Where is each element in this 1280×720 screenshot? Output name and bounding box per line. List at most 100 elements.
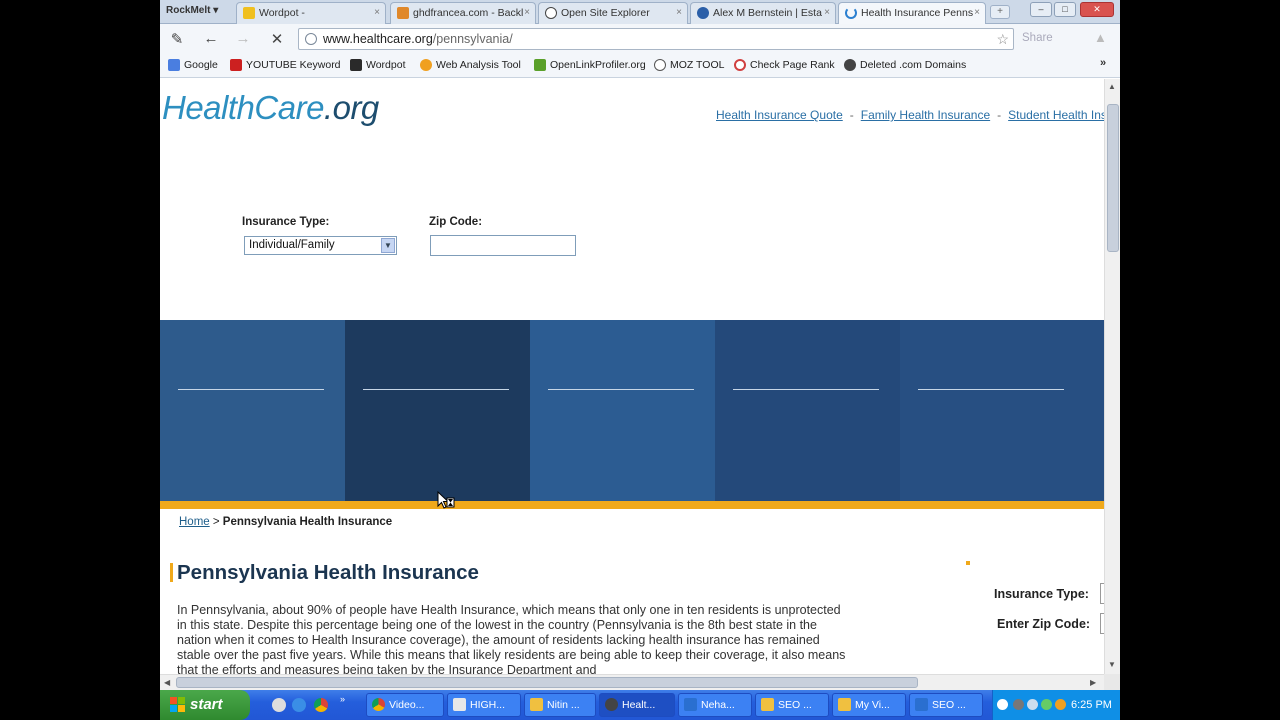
quicklaunch-chrome-icon[interactable] bbox=[314, 698, 328, 712]
site-logo[interactable]: HealthCare.org bbox=[162, 89, 379, 127]
link-family-health-insurance[interactable]: Family Health Insurance bbox=[861, 108, 990, 122]
security-icon[interactable] bbox=[1041, 699, 1052, 710]
scroll-up-icon[interactable]: ▲ bbox=[1108, 82, 1116, 91]
bookmark-web-analysis[interactable]: Web Analysis Tool bbox=[420, 59, 521, 71]
taskbar-label: Nitin ... bbox=[547, 699, 580, 711]
taskbar-high[interactable]: HIGH... bbox=[447, 693, 521, 717]
start-button[interactable]: start bbox=[160, 690, 250, 720]
chevron-down-icon[interactable]: ▼ bbox=[381, 238, 395, 253]
system-tray: 6:25 PM bbox=[992, 690, 1120, 720]
bookmark-google[interactable]: Google bbox=[168, 59, 218, 71]
bookmark-label: Google bbox=[184, 59, 218, 71]
taskbar-label: SEO ... bbox=[932, 699, 966, 711]
intro-paragraph: In Pennsylvania, about 90% of people hav… bbox=[177, 603, 846, 674]
taskbar-seo-doc[interactable]: SEO ... bbox=[909, 693, 983, 717]
quicklaunch-ie-icon[interactable] bbox=[292, 698, 306, 712]
tab-close-icon[interactable]: × bbox=[824, 7, 830, 18]
bookmark-youtube-keyword[interactable]: YOUTUBE Keyword bbox=[230, 59, 341, 71]
back-button[interactable]: ← bbox=[200, 30, 222, 47]
tab-label: ghdfrancea.com - Backl bbox=[413, 7, 524, 19]
tab-close-icon[interactable]: × bbox=[524, 7, 530, 18]
insurance-type-value: Individual/Family bbox=[249, 239, 335, 251]
sidebar-accent-dot bbox=[966, 561, 970, 565]
taskbar-label: Video... bbox=[389, 699, 425, 711]
target-icon bbox=[734, 59, 746, 71]
analysis-icon bbox=[420, 59, 432, 71]
banner-panel[interactable] bbox=[160, 320, 345, 501]
banner-divider bbox=[178, 389, 324, 390]
tab-close-icon[interactable]: × bbox=[374, 7, 380, 18]
rockmelt-menu[interactable]: RockMelt ▾ bbox=[166, 5, 218, 16]
sidebar-insurance-type-label: Insurance Type: bbox=[994, 587, 1089, 601]
maximize-button[interactable]: □ bbox=[1054, 2, 1076, 17]
system-clock[interactable]: 6:25 PM bbox=[1071, 699, 1112, 711]
vertical-scrollbar[interactable]: ▲ ▼ bbox=[1104, 79, 1120, 674]
stop-button[interactable]: ✕ bbox=[266, 30, 288, 48]
horizontal-scrollbar[interactable]: ◀ ▶ bbox=[160, 674, 1104, 690]
banner-panel[interactable] bbox=[900, 320, 1104, 501]
breadcrumb-separator: > bbox=[209, 516, 223, 528]
banner-divider bbox=[733, 389, 879, 390]
taskbar-neha[interactable]: Neha... bbox=[678, 693, 752, 717]
folder-icon bbox=[838, 698, 851, 711]
close-window-button[interactable]: ✕ bbox=[1080, 2, 1114, 17]
breadcrumb: Home > Pennsylvania Health Insurance bbox=[179, 516, 392, 528]
more-bookmarks-button[interactable]: » bbox=[1100, 57, 1106, 69]
bookmark-check-page-rank[interactable]: Check Page Rank bbox=[734, 59, 835, 71]
loading-spinner-icon bbox=[845, 7, 857, 19]
compass-favicon-icon bbox=[545, 7, 557, 19]
tab-open-site-explorer[interactable]: Open Site Explorer × bbox=[538, 2, 688, 24]
start-label: start bbox=[190, 696, 223, 713]
bookmark-label: Deleted .com Domains bbox=[860, 59, 967, 71]
compose-icon[interactable]: ✎ bbox=[166, 30, 188, 48]
insurance-type-select[interactable]: Individual/Family ▼ bbox=[244, 236, 397, 255]
banner-panel[interactable] bbox=[345, 320, 530, 501]
forward-button[interactable]: → bbox=[232, 30, 254, 47]
quicklaunch-more-icon[interactable]: » bbox=[340, 694, 348, 704]
share-button[interactable]: Share bbox=[1022, 32, 1053, 44]
taskbar-seo-folder[interactable]: SEO ... bbox=[755, 693, 829, 717]
zip-code-label: Zip Code: bbox=[429, 216, 483, 228]
new-tab-button[interactable]: + bbox=[990, 5, 1010, 19]
banner-panel[interactable] bbox=[715, 320, 900, 501]
horizontal-scroll-thumb[interactable] bbox=[176, 677, 918, 688]
tab-label: Alex M Bernstein | Esta bbox=[713, 7, 822, 19]
tray-expand-icon[interactable] bbox=[997, 699, 1008, 710]
tab-close-icon[interactable]: × bbox=[974, 7, 980, 18]
tab-label: Wordpot - bbox=[259, 7, 305, 19]
windows-taskbar: start » Video... HIGH... Nitin ... Healt… bbox=[160, 690, 1120, 720]
taskbar-my-videos[interactable]: My Vi... bbox=[832, 693, 906, 717]
scroll-right-icon[interactable]: ▶ bbox=[1090, 678, 1096, 687]
vertical-scroll-thumb[interactable] bbox=[1107, 104, 1119, 252]
banner-panel[interactable] bbox=[530, 320, 715, 501]
bookmark-star-icon[interactable]: ☆ bbox=[996, 31, 1009, 48]
scroll-left-icon[interactable]: ◀ bbox=[164, 678, 170, 687]
hero-banner bbox=[160, 320, 1104, 501]
bookmark-openlinkprofiler[interactable]: OpenLinkProfiler.org bbox=[534, 59, 646, 71]
scroll-down-icon[interactable]: ▼ bbox=[1108, 660, 1116, 669]
bookmark-label: Wordpot bbox=[366, 59, 406, 71]
minimize-button[interactable]: – bbox=[1030, 2, 1052, 17]
tab-wordpot[interactable]: Wordpot - × bbox=[236, 2, 386, 24]
bell-icon[interactable]: ▲ bbox=[1094, 30, 1107, 45]
tab-health-insurance[interactable]: Health Insurance Penns × bbox=[838, 2, 986, 24]
bookmark-moz-tool[interactable]: MOZ TOOL bbox=[654, 59, 724, 71]
tab-ghdfrancea[interactable]: ghdfrancea.com - Backl × bbox=[390, 2, 536, 24]
taskbar-health[interactable]: Healt... bbox=[599, 693, 675, 717]
volume-icon[interactable] bbox=[1027, 699, 1038, 710]
taskbar-video[interactable]: Video... bbox=[366, 693, 444, 717]
update-icon[interactable] bbox=[1055, 699, 1066, 710]
tab-close-icon[interactable]: × bbox=[676, 7, 682, 18]
taskbar-nitin[interactable]: Nitin ... bbox=[524, 693, 596, 717]
network-icon[interactable] bbox=[1013, 699, 1024, 710]
tab-alex-bernstein[interactable]: Alex M Bernstein | Esta × bbox=[690, 2, 836, 24]
link-student-health-insurance[interactable]: Student Health Insur bbox=[1008, 108, 1104, 122]
banner-divider bbox=[548, 389, 694, 390]
breadcrumb-home-link[interactable]: Home bbox=[179, 516, 210, 528]
bookmark-deleted-domains[interactable]: Deleted .com Domains bbox=[844, 59, 966, 71]
address-bar[interactable]: www.healthcare.org/pennsylvania/ ☆ bbox=[298, 28, 1014, 50]
zip-code-input[interactable] bbox=[430, 235, 576, 256]
quicklaunch-media-icon[interactable] bbox=[272, 698, 286, 712]
link-health-insurance-quote[interactable]: Health Insurance Quote bbox=[716, 108, 843, 122]
bookmark-wordpot[interactable]: Wordpot bbox=[350, 59, 406, 71]
